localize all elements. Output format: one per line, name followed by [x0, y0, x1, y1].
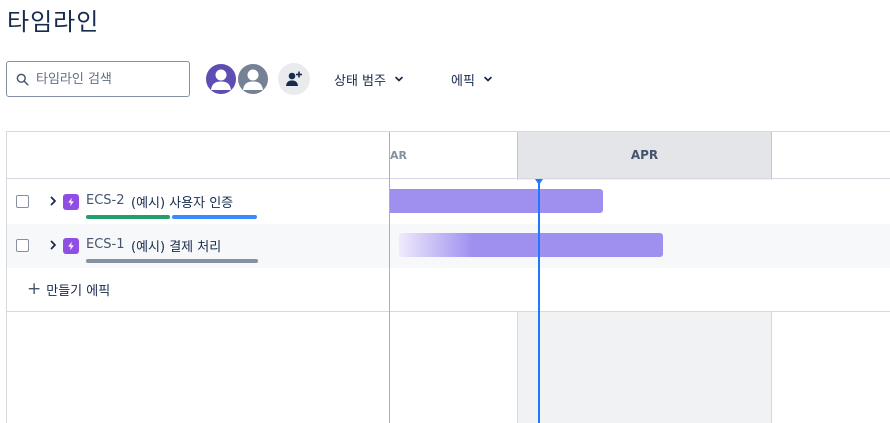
issue-title[interactable]: (예시) 결제 처리: [131, 236, 221, 255]
epic-bar[interactable]: [390, 189, 603, 213]
epic-filter[interactable]: 에픽: [451, 69, 493, 89]
filter-label: 에픽: [451, 73, 475, 89]
search-input[interactable]: [36, 71, 176, 87]
epic-lightning-icon: [63, 194, 79, 210]
person-icon: [211, 69, 231, 90]
status-category-filter[interactable]: 상태 범주: [334, 69, 404, 89]
create-epic-row[interactable]: + 만들기 에픽: [7, 268, 890, 312]
month-label: AR: [390, 149, 407, 162]
month-label-apr: APR: [517, 132, 772, 179]
search-box[interactable]: [6, 61, 190, 97]
chevron-down-icon: [483, 74, 493, 84]
search-icon: [16, 73, 29, 86]
filter-label: 상태 범주: [334, 73, 386, 89]
progress-bar: [86, 259, 258, 263]
create-epic-button[interactable]: + 만들기 에픽: [27, 279, 111, 300]
list-divider[interactable]: [389, 132, 390, 423]
person-icon: [243, 69, 263, 90]
chevron-down-icon: [394, 74, 404, 84]
person-add-icon: [286, 71, 302, 86]
row-checkbox[interactable]: [16, 195, 29, 208]
create-epic-label: 만들기 에픽: [46, 284, 111, 299]
issue-title[interactable]: (예시) 사용자 인증: [131, 192, 233, 211]
plus-icon: +: [27, 279, 42, 299]
user-avatar[interactable]: [204, 62, 238, 96]
row-checkbox[interactable]: [16, 239, 29, 252]
today-line: [538, 180, 540, 423]
issue-key[interactable]: ECS-1: [86, 237, 125, 252]
issue-key[interactable]: ECS-2: [86, 193, 125, 208]
progress-bar: [86, 215, 257, 219]
progress-done: [86, 215, 170, 219]
epic-lightning-icon: [63, 238, 79, 254]
page-title: 타임라인: [7, 8, 100, 36]
timeline-grid: AR APR ECS-2 (예시) 사용자 인증 ECS-1 (예시) 결제 처…: [6, 131, 890, 423]
user-avatar[interactable]: [236, 62, 270, 96]
add-people-button[interactable]: [278, 63, 310, 95]
progress-todo: [86, 259, 258, 263]
progress-in-progress: [172, 215, 257, 219]
today-marker: [535, 179, 543, 185]
chevron-right-icon[interactable]: [46, 238, 60, 252]
chevron-right-icon[interactable]: [46, 194, 60, 208]
epic-bar[interactable]: [399, 233, 663, 257]
